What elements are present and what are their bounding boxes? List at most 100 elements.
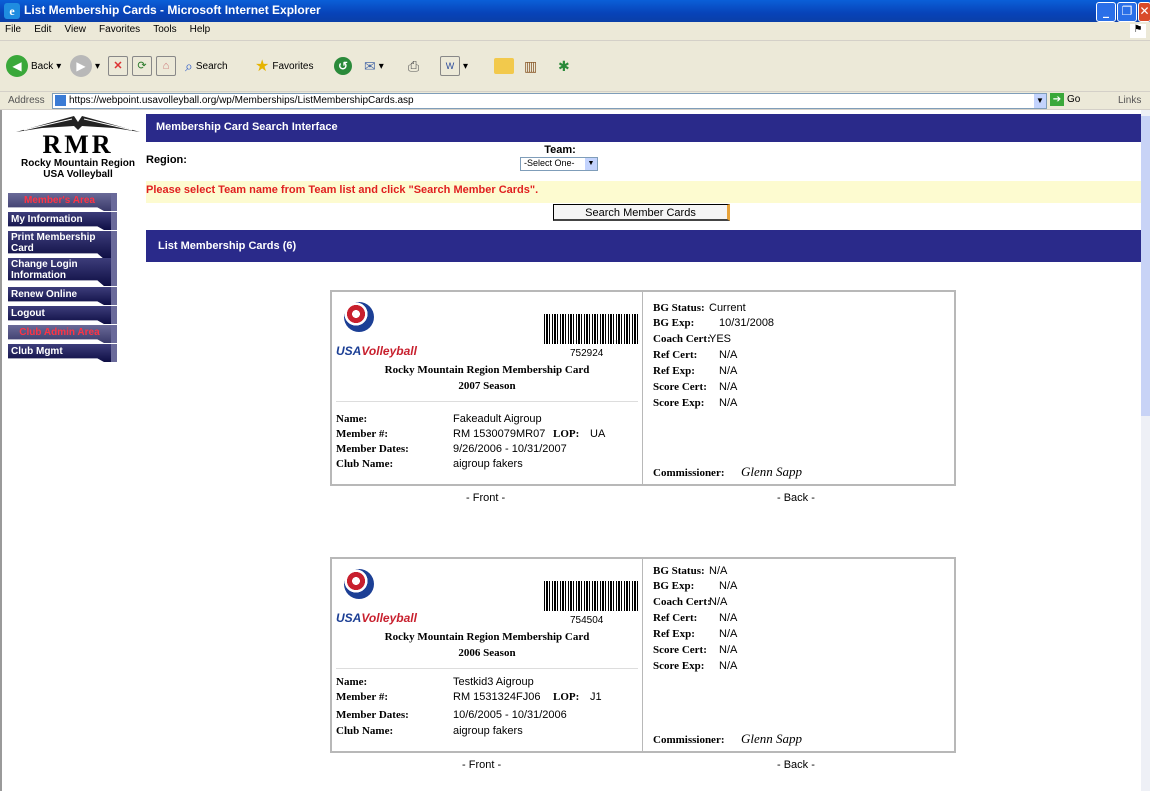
commissioner-label: Commissioner: [653, 467, 725, 479]
card-title-text: Rocky Mountain Region Membership Card [384, 364, 590, 376]
go-button[interactable]: ➔ Go [1050, 93, 1080, 106]
back-caption: - Back - [777, 492, 815, 504]
list-header: List Membership Cards (6) [146, 230, 1141, 262]
chevron-down-icon[interactable]: ▼ [1034, 94, 1046, 108]
mail-button[interactable]: ✉ ▾ [364, 55, 384, 77]
menu-bar: File Edit View Favorites Tools Help ⚑ [0, 22, 1150, 41]
lop-label: LOP: [553, 691, 580, 703]
printer-icon: ⎙ [408, 57, 420, 74]
bg-exp-value: 10/31/2008 [719, 317, 775, 329]
ref-cert-label: Ref Cert: [653, 612, 698, 624]
commissioner-signature: Glenn Sapp [741, 731, 803, 746]
club-name-label: Club Name: [336, 458, 394, 470]
divider [336, 668, 638, 669]
edit-button[interactable]: W ▾ [440, 55, 468, 77]
usa-volleyball-logo-icon [344, 569, 374, 599]
back-button[interactable]: ◀ Back ▾ [6, 55, 61, 77]
ref-cert-label: Ref Cert: [653, 349, 698, 361]
member-number-value: RM 1531324FJ06 [453, 691, 541, 703]
lop-label: LOP: [553, 428, 580, 440]
barcode [544, 314, 638, 344]
commissioner-signature: Glenn Sapp [741, 464, 803, 479]
coach-cert-value: YES [709, 333, 732, 345]
coach-cert-label: Coach Cert: [653, 596, 711, 608]
team-select-value: -Select One- [524, 158, 575, 168]
stop-button[interactable]: ✕ [108, 55, 128, 77]
notice-bar: Please select Team name from Team list a… [146, 181, 1141, 203]
rmr-logo: RMR Rocky Mountain Region USA Volleyball [14, 112, 142, 188]
folder-icon [494, 58, 514, 74]
bg-status-value: N/A [709, 565, 728, 577]
folder-button[interactable] [494, 55, 514, 77]
search-member-cards-button[interactable]: Search Member Cards [553, 204, 730, 221]
scrollbar-thumb[interactable] [1141, 116, 1150, 416]
menu-edit[interactable]: Edit [29, 22, 56, 35]
menu-tools[interactable]: Tools [148, 22, 181, 35]
mail-icon: ✉ [364, 57, 376, 74]
bg-exp-label: BG Exp: [653, 317, 695, 329]
score-exp-label: Score Exp: [653, 660, 705, 672]
front-caption: - Front - [462, 759, 502, 771]
back-caption: - Back - [777, 759, 815, 771]
address-input[interactable]: https://webpoint.usavolleyball.org/wp/Me… [52, 93, 1047, 109]
ref-exp-label: Ref Exp: [653, 628, 695, 640]
print-button[interactable]: ⎙ [408, 55, 419, 77]
research-button[interactable]: ▥ [524, 55, 537, 77]
close-button[interactable]: ✕ [1138, 2, 1150, 22]
divider [336, 401, 638, 402]
minimize-button[interactable]: _ [1096, 2, 1116, 22]
search-button[interactable]: ⌕ Search [185, 55, 228, 77]
member-dates-value: 10/6/2005 - 10/31/2006 [453, 709, 567, 721]
favorites-button[interactable]: ★ Favorites [255, 55, 313, 77]
card-title: Rocky Mountain Region Membership Card 20… [332, 629, 642, 661]
membership-card: USAVolleyball 754504 Rocky Mountain Regi… [330, 557, 956, 753]
card-number: 754504 [570, 615, 604, 626]
card-season: 2007 Season [458, 380, 516, 392]
card-season: 2006 Season [458, 647, 516, 659]
forward-arrow-icon: ▶ [70, 55, 92, 77]
club-name-value: aigroup fakers [453, 725, 523, 737]
team-select[interactable]: -Select One- ▼ [520, 157, 598, 171]
favorites-label: Favorites [272, 60, 314, 72]
forward-button[interactable]: ▶ ▾ [70, 55, 100, 77]
card-front: USAVolleyball 754504 Rocky Mountain Regi… [332, 559, 643, 751]
ref-cert-value: N/A [719, 349, 738, 361]
home-button[interactable]: ⌂ [156, 55, 176, 77]
card-number: 752924 [570, 348, 604, 359]
score-cert-value: N/A [719, 644, 738, 656]
links-button[interactable]: Links [1118, 95, 1141, 106]
menu-file[interactable]: File [0, 22, 26, 35]
logo-line-1: Rocky Mountain Region [21, 158, 135, 169]
name-label: Name: [336, 413, 368, 425]
search-icon: ⌕ [185, 57, 193, 74]
messenger-button[interactable]: ✱ [558, 55, 570, 77]
logo-letters: RMR [42, 130, 114, 159]
menu-help[interactable]: Help [185, 22, 216, 35]
menu-favorites[interactable]: Favorites [94, 22, 145, 35]
region-label: Region: [146, 154, 187, 166]
member-number-value: RM 1530079MR07 [453, 428, 546, 440]
card-back: BG Status: N/A BG Exp: N/A Coach Cert: N… [643, 559, 954, 751]
bg-exp-value: N/A [719, 580, 738, 592]
club-name-value: aigroup fakers [453, 458, 523, 470]
team-filter: Team: -Select One- ▼ [520, 144, 600, 171]
history-button[interactable]: ↺ [334, 55, 352, 77]
word-icon: W [440, 56, 460, 76]
vertical-scrollbar[interactable] [1141, 110, 1150, 791]
maximize-button[interactable]: ❐ [1117, 2, 1137, 22]
eagle-wings-icon [14, 112, 142, 134]
go-arrow-icon: ➔ [1050, 93, 1064, 106]
chevron-down-icon: ▾ [378, 60, 384, 72]
commissioner-label: Commissioner: [653, 734, 725, 746]
menu-view[interactable]: View [59, 22, 91, 35]
back-label: Back [31, 60, 54, 72]
coach-cert-label: Coach Cert: [653, 333, 711, 345]
card-back: BG Status: Current BG Exp: 10/31/2008 Co… [643, 292, 954, 484]
chevron-down-icon: ▾ [56, 60, 62, 72]
books-icon: ▥ [524, 57, 538, 74]
chevron-down-icon: ▾ [463, 60, 469, 72]
ref-cert-value: N/A [719, 612, 738, 624]
refresh-button[interactable]: ⟳ [132, 55, 152, 77]
ref-exp-value: N/A [719, 628, 738, 640]
ie-logo-icon: e [4, 3, 20, 19]
